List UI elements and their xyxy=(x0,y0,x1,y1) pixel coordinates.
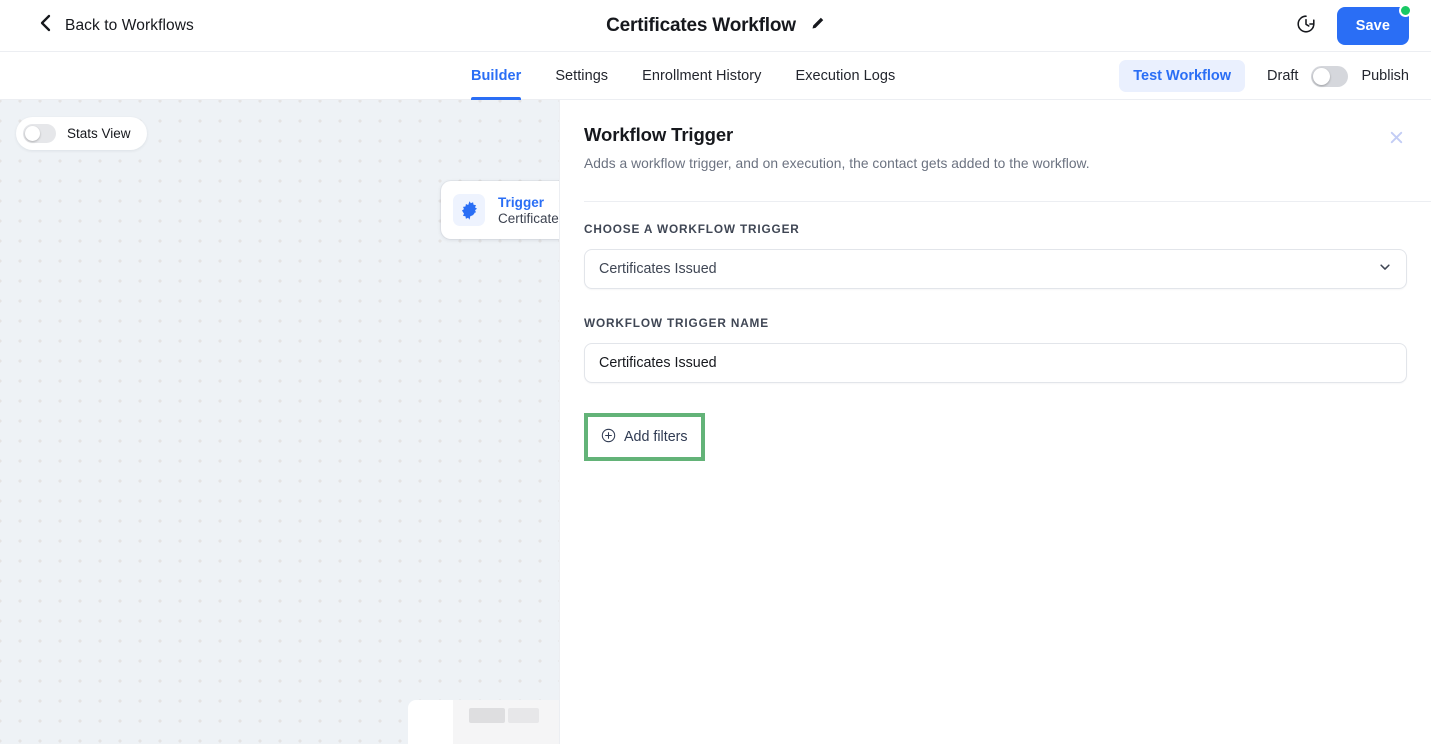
tab-execution-logs[interactable]: Execution Logs xyxy=(778,52,912,100)
top-bar-actions: Save xyxy=(1295,0,1412,52)
choose-trigger-select[interactable]: Certificates Issued xyxy=(584,249,1407,289)
back-to-workflows-button[interactable]: Back to Workflows xyxy=(38,0,194,52)
publish-toggle-knob xyxy=(1313,67,1331,85)
tab-builder-label: Builder xyxy=(471,68,522,84)
stats-view-toggle-pill[interactable]: Stats View xyxy=(16,117,147,150)
tab-bar: Builder Settings Enrollment History Exec… xyxy=(0,52,1431,100)
panel-body: Choose a workflow trigger Certificates I… xyxy=(584,222,1407,461)
back-to-workflows-label: Back to Workflows xyxy=(65,16,194,34)
add-filters-highlight: Add filters xyxy=(584,413,705,461)
draft-label: Draft xyxy=(1267,68,1299,84)
choose-trigger-selected-value: Certificates Issued xyxy=(599,261,717,277)
chevron-down-icon xyxy=(1378,260,1392,279)
tab-list: Builder Settings Enrollment History Exec… xyxy=(471,52,912,100)
canvas-ghost-bar xyxy=(508,708,539,723)
workflow-title-group: Certificates Workflow xyxy=(0,0,1431,52)
add-filters-button[interactable]: Add filters xyxy=(591,420,698,454)
add-filters-label: Add filters xyxy=(624,429,688,445)
trigger-name-label: Workflow trigger name xyxy=(584,316,769,330)
unsaved-changes-dot-icon xyxy=(1399,4,1412,17)
stats-view-toggle[interactable] xyxy=(23,124,56,143)
clock-history-icon[interactable] xyxy=(1295,13,1317,40)
chevron-left-icon xyxy=(38,13,53,38)
panel-title: Workflow Trigger xyxy=(584,124,734,145)
canvas-node-trigger-title: Trigger xyxy=(498,194,545,210)
top-bar: Back to Workflows Certificates Workflow … xyxy=(0,0,1431,52)
canvas-node-trigger[interactable]: Trigger Certificates xyxy=(441,181,559,239)
save-button-wrapper: Save xyxy=(1336,4,1412,45)
trigger-name-field-group: Workflow trigger name xyxy=(584,316,1407,383)
canvas-node-trigger-text: Trigger Certificates xyxy=(498,195,559,226)
stats-view-toggle-knob xyxy=(25,126,40,141)
stats-view-label: Stats View xyxy=(67,126,131,141)
publish-toggle[interactable] xyxy=(1311,65,1349,87)
panel-header: Workflow Trigger Adds a workflow trigger… xyxy=(560,100,1431,171)
tab-enrollment-history-label: Enrollment History xyxy=(642,68,762,84)
plus-circle-icon xyxy=(601,428,616,446)
trigger-name-input[interactable] xyxy=(584,343,1407,383)
workflow-trigger-panel: Workflow Trigger Adds a workflow trigger… xyxy=(559,100,1431,744)
panel-divider xyxy=(584,201,1431,202)
tab-settings[interactable]: Settings xyxy=(538,52,625,100)
trigger-starburst-icon xyxy=(453,194,485,226)
publish-label: Publish xyxy=(1361,68,1409,84)
choose-trigger-label: Choose a workflow trigger xyxy=(584,222,800,236)
close-icon[interactable] xyxy=(1383,124,1409,150)
tab-enrollment-history[interactable]: Enrollment History xyxy=(625,52,778,100)
canvas-ghost-bar xyxy=(469,708,505,723)
canvas-node-trigger-subtitle: Certificates xyxy=(498,210,559,226)
choose-trigger-field-group: Choose a workflow trigger Certificates I… xyxy=(584,222,1407,289)
tab-builder[interactable]: Builder xyxy=(471,52,538,100)
page-title: Certificates Workflow xyxy=(606,15,796,36)
tab-settings-label: Settings xyxy=(555,68,609,84)
save-button[interactable]: Save xyxy=(1336,7,1409,45)
tab-execution-logs-label: Execution Logs xyxy=(795,68,896,84)
panel-description: Adds a workflow trigger, and on executio… xyxy=(584,156,1090,171)
tab-bar-actions: Test Workflow Draft Publish xyxy=(1119,52,1409,100)
test-workflow-button[interactable]: Test Workflow xyxy=(1119,60,1246,92)
workflow-canvas[interactable]: Stats View Trigger Certificates xyxy=(0,100,559,744)
pencil-icon[interactable] xyxy=(810,16,825,36)
